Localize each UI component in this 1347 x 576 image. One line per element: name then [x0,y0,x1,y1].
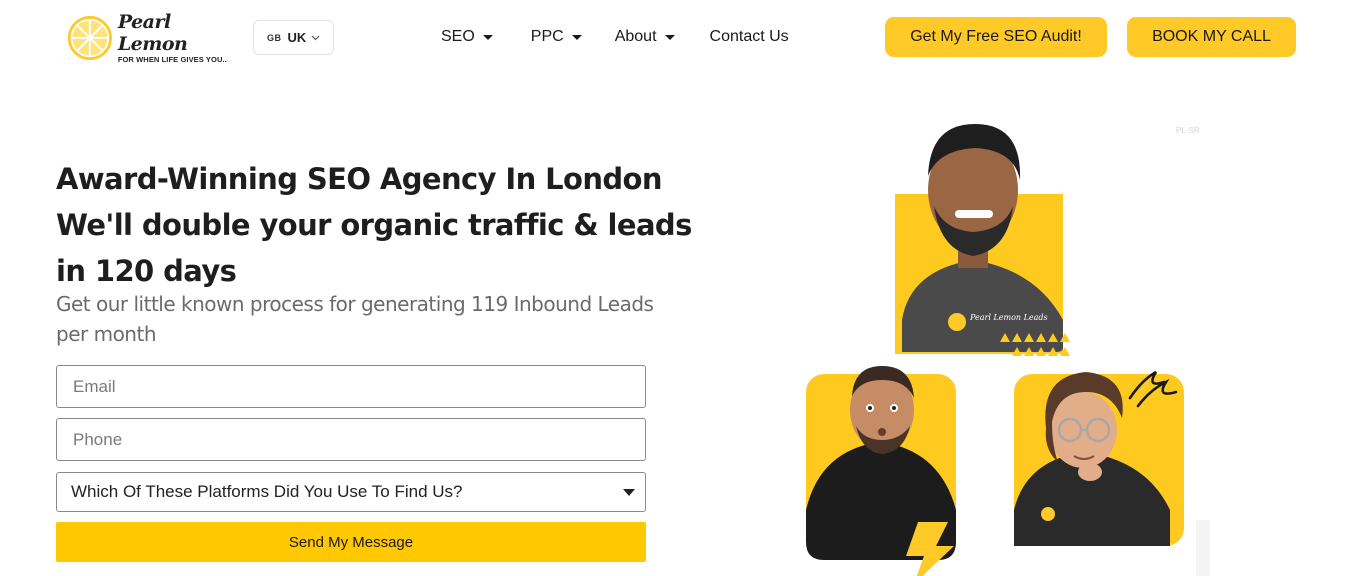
free-seo-audit-button[interactable]: Get My Free SEO Audit! [885,17,1107,57]
logo-tagline: FOR WHEN LIFE GIVES YOU.. [117,55,227,64]
platform-select-value: Which Of These Platforms Did You Use To … [71,482,463,501]
nav-item-ppc[interactable]: PPC [531,28,582,46]
region-flag-code: GB [267,32,282,43]
logo-text: Pearl Lemon FOR WHEN LIFE GIVES YOU.. [118,11,236,65]
phone-field[interactable] [56,418,646,461]
nav-item-about[interactable]: About [615,28,675,46]
site-header: Pearl Lemon FOR WHEN LIFE GIVES YOU.. GB… [0,0,1347,80]
hero-subtitle: Get our little known process for generat… [56,292,654,346]
logo[interactable]: Pearl Lemon FOR WHEN LIFE GIVES YOU.. [66,10,236,66]
book-call-button[interactable]: BOOK MY CALL [1127,17,1296,57]
caret-down-icon [482,34,493,40]
caret-down-icon [623,489,635,496]
team-photo-collage: Pearl Lemon Leads [790,110,1210,576]
nav-item-label: SEO [441,28,475,45]
logo-name: Pearl Lemon [117,11,188,55]
region-selector[interactable]: GB UK [253,20,334,55]
nav-item-contact[interactable]: Contact Us [710,28,789,46]
team-photos-illustration: Pearl Lemon Leads [806,124,1210,576]
nav-item-label: PPC [530,28,564,45]
hero-title-line-3: in 120 days [56,254,237,288]
chevron-down-icon [311,35,320,40]
nav-item-label: Contact Us [709,28,789,45]
shirt-logo-text: Pearl Lemon Leads [969,313,1048,322]
platform-select[interactable]: Which Of These Platforms Did You Use To … [56,472,646,512]
nav-item-label: About [614,28,657,45]
email-field[interactable] [56,365,646,408]
team-photo-2 [806,366,956,576]
hero-title-line-2: We'll double your organic traffic & lead… [56,208,692,242]
main-nav: SEO PPC About Contact Us [441,26,789,48]
lemon-logo-icon [67,15,112,61]
nav-item-seo[interactable]: SEO [441,28,493,46]
team-photo-3 [1014,370,1184,546]
send-message-button[interactable]: Send My Message [56,522,646,562]
hero-title-line-1: Award-Winning SEO Agency In London [56,162,663,196]
region-label: UK [287,30,307,45]
team-photo-1: Pearl Lemon Leads [895,124,1070,356]
caret-down-icon [571,34,582,40]
caret-down-icon [664,34,675,40]
hero-title: Award-Winning SEO Agency In London We'll… [56,156,692,294]
